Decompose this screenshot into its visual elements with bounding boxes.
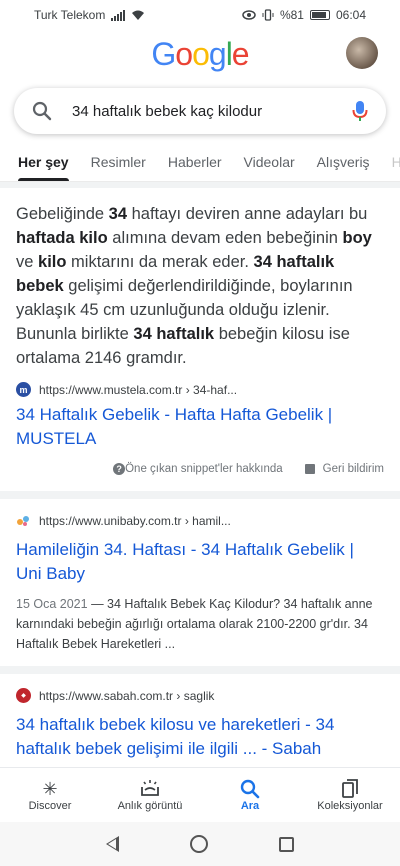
- about-snippets-label: Öne çıkan snippet'ler hakkında: [125, 463, 283, 475]
- snippet-text-segment: Gebeliğinde: [16, 205, 109, 223]
- search-result: https://www.unibaby.com.tr › hamil... Ha…: [0, 499, 400, 666]
- microphone-icon[interactable]: [352, 100, 368, 122]
- search-icon[interactable]: [32, 101, 52, 121]
- nav-discover-label: Discover: [28, 800, 72, 812]
- snippet-title-link[interactable]: 34 Haftalık Gebelik - Hafta Hafta Gebeli…: [16, 403, 384, 451]
- result-description: 15 Oca 2021 — 34 Haftalık Bebek Kaç Kilo…: [16, 594, 384, 654]
- snippet-text-segment: alımına devam eden bebeğinin: [107, 229, 343, 247]
- search-result: ◆ https://www.sabah.com.tr › saglik 34 h…: [0, 674, 400, 773]
- signal-icon: [111, 9, 126, 21]
- avatar[interactable]: [346, 37, 378, 69]
- snippet-bold-text: 34 haftalık: [133, 325, 215, 343]
- about-snippets-link[interactable]: ? Öne çıkan snippet'ler hakkında: [113, 463, 283, 475]
- snippet-bold-text: 34: [108, 205, 128, 223]
- home-icon[interactable]: [189, 835, 208, 853]
- help-icon: ?: [113, 463, 126, 475]
- logo-letter: e: [231, 36, 250, 72]
- nav-search[interactable]: Ara: [205, 778, 295, 812]
- tab-images[interactable]: Resimler: [91, 144, 146, 181]
- collections-icon: [342, 779, 358, 798]
- result-url[interactable]: https://www.sabah.com.tr › saglik: [39, 689, 214, 703]
- clock: 06:04: [335, 8, 366, 22]
- eye-icon: [242, 10, 256, 20]
- recents-icon[interactable]: [279, 836, 295, 852]
- feedback-link[interactable]: Geri bildirim: [304, 463, 384, 475]
- status-bar: Turk Telekom %81 06:04: [0, 0, 400, 30]
- battery-icon: [309, 10, 330, 20]
- feedback-label: Geri bildirim: [322, 463, 384, 475]
- sabah-favicon: ◆: [16, 688, 31, 703]
- snippet-text-segment: miktarını da merak eder.: [66, 253, 254, 271]
- nav-collections[interactable]: Koleksiyonlar: [305, 778, 395, 812]
- snippet-url[interactable]: https://www.mustela.com.tr › 34-haf...: [39, 383, 237, 397]
- snippet-source[interactable]: m https://www.mustela.com.tr › 34-haf...: [16, 382, 384, 397]
- result-date: 15 Oca 2021: [16, 597, 88, 611]
- logo-letter: G: [151, 36, 176, 72]
- tab-news[interactable]: Haberler: [168, 144, 222, 181]
- logo-letter: g: [208, 36, 227, 72]
- feedback-icon: [304, 463, 315, 474]
- google-logo[interactable]: Google: [151, 36, 250, 73]
- asterisk-icon: ✳: [42, 779, 58, 799]
- snapshot-icon: [141, 780, 159, 796]
- logo-letter: o: [192, 36, 210, 72]
- header: Google: [0, 30, 400, 82]
- nav-search-label: Ara: [240, 800, 260, 812]
- nav-snapshot[interactable]: Anlık görüntü: [105, 778, 195, 812]
- snippet-bold-text: haftada kilo: [16, 229, 108, 247]
- search-box[interactable]: 34 haftalık bebek kaç kilodur: [14, 88, 386, 134]
- tab-more[interactable]: H: [392, 144, 400, 181]
- system-navigation-bar: [0, 822, 400, 866]
- snippet-text-segment: haftayı deviren anne adayları bu: [127, 205, 368, 223]
- nav-collections-label: Koleksiyonlar: [317, 800, 383, 812]
- unibaby-favicon: [17, 516, 29, 526]
- result-source[interactable]: ◆ https://www.sabah.com.tr › saglik: [16, 688, 384, 703]
- bottom-navigation: ✳ Discover Anlık görüntü Ara Koleksiyonl…: [0, 767, 400, 822]
- result-title-link[interactable]: Hamileliğin 34. Haftası - 34 Haftalık Ge…: [16, 538, 384, 586]
- nav-snapshot-label: Anlık görüntü: [117, 800, 183, 812]
- search-input[interactable]: 34 haftalık bebek kaç kilodur: [72, 103, 352, 120]
- snippet-feedback-row: ? Öne çıkan snippet'ler hakkında Geri bil…: [16, 451, 384, 491]
- vibrate-icon: [262, 9, 274, 21]
- snippet-bold-text: boy: [342, 229, 372, 247]
- tab-videos[interactable]: Videolar: [244, 144, 295, 181]
- search-tabs: Her şey Resimler Haberler Videolar Alışv…: [0, 144, 400, 182]
- wifi-icon: [132, 10, 145, 20]
- mustela-favicon: m: [16, 382, 31, 397]
- snippet-text-segment: ve: [16, 253, 39, 271]
- snippet-text: Gebeliğinde 34 haftayı deviren anne aday…: [16, 188, 384, 370]
- result-url[interactable]: https://www.unibaby.com.tr › hamil...: [39, 514, 231, 528]
- battery-percent: %81: [279, 8, 304, 22]
- search-icon: [240, 779, 260, 799]
- carrier-label: Turk Telekom: [34, 8, 106, 22]
- result-title-link[interactable]: 34 haftalık bebek kilosu ve hareketleri …: [16, 713, 384, 761]
- back-icon[interactable]: [105, 836, 119, 852]
- result-source[interactable]: https://www.unibaby.com.tr › hamil...: [16, 513, 384, 528]
- snippet-bold-text: kilo: [38, 253, 67, 271]
- tab-all[interactable]: Her şey: [18, 144, 69, 181]
- featured-snippet: Gebeliğinde 34 haftayı deviren anne aday…: [0, 188, 400, 491]
- tab-shopping[interactable]: Alışveriş: [317, 144, 370, 181]
- nav-discover[interactable]: ✳ Discover: [5, 778, 95, 812]
- logo-letter: o: [175, 36, 193, 72]
